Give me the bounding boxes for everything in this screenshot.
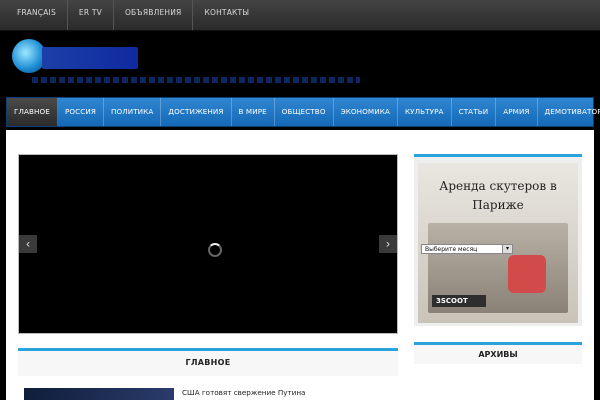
site-tagline (32, 77, 360, 83)
logo-bar (42, 47, 138, 69)
nav-item-world[interactable]: В МИРЕ (232, 98, 275, 126)
slider-next-button[interactable]: › (379, 235, 397, 253)
top-link-ads[interactable]: ОБЪЯВЛЕНИЯ (114, 0, 194, 30)
article-thumbnail[interactable] (24, 388, 174, 400)
site-logo[interactable] (12, 39, 138, 73)
nav-item-society[interactable]: ОБЩЕСТВО (275, 98, 334, 126)
ad-image: Аренда скутеров в Париже 3SCOOT (418, 163, 578, 323)
slider-prev-button[interactable]: ‹ (19, 235, 37, 253)
site-header (0, 31, 600, 95)
nav-item-achievements[interactable]: ДОСТИЖЕНИЯ (161, 98, 232, 126)
main-nav: ГЛАВНОЕ РОССИЯ ПОЛИТИКА ДОСТИЖЕНИЯ В МИР… (6, 97, 600, 127)
top-links: FRANÇAIS ER TV ОБЪЯВЛЕНИЯ КОНТАКТЫ (6, 0, 260, 30)
top-link-er-tv[interactable]: ER TV (68, 0, 114, 30)
chevron-down-icon: ▾ (502, 245, 512, 253)
archive-header: АРХИВЫ (414, 342, 582, 364)
archive-select-value: Выберите месяц (425, 246, 478, 253)
nav-item-demotivators[interactable]: ДЕМОТИВАТОРЫ (538, 98, 600, 126)
globe-icon (12, 39, 46, 73)
article-item[interactable]: США готовят свержение Путина (24, 388, 392, 400)
top-bar: FRANÇAIS ER TV ОБЪЯВЛЕНИЯ КОНТАКТЫ (0, 0, 600, 31)
nav-item-army[interactable]: АРМИЯ (496, 98, 538, 126)
nav-item-main[interactable]: ГЛАВНОЕ (7, 98, 58, 126)
content-area: ‹ › Аренда скутеров в Париже 3SCOOT ГЛАВ… (6, 130, 594, 400)
loading-spinner-icon (208, 243, 222, 257)
nav-item-politics[interactable]: ПОЛИТИКА (104, 98, 162, 126)
featured-slider[interactable]: ‹ › (18, 154, 398, 334)
archive-select[interactable]: Выберите месяц ▾ (421, 244, 513, 254)
chevron-right-icon: › (385, 237, 391, 251)
nav-item-economy[interactable]: ЭКОНОМИКА (334, 98, 398, 126)
article-title[interactable]: США готовят свержение Путина (182, 388, 305, 397)
nav-item-russia[interactable]: РОССИЯ (58, 98, 104, 126)
ad-title: Аренда скутеров в Париже (439, 179, 557, 212)
top-link-francais[interactable]: FRANÇAIS (6, 0, 68, 30)
nav-item-culture[interactable]: КУЛЬТУРА (398, 98, 452, 126)
scooter-icon (508, 255, 546, 293)
sidebar-ad[interactable]: Аренда скутеров в Париже 3SCOOT (414, 154, 582, 326)
top-link-contacts[interactable]: КОНТАКТЫ (193, 0, 260, 30)
chevron-left-icon: ‹ (25, 237, 31, 251)
ad-brand: 3SCOOT (432, 295, 486, 307)
section-header: ГЛАВНОЕ (18, 348, 398, 376)
nav-item-articles[interactable]: СТАТЬИ (452, 98, 497, 126)
